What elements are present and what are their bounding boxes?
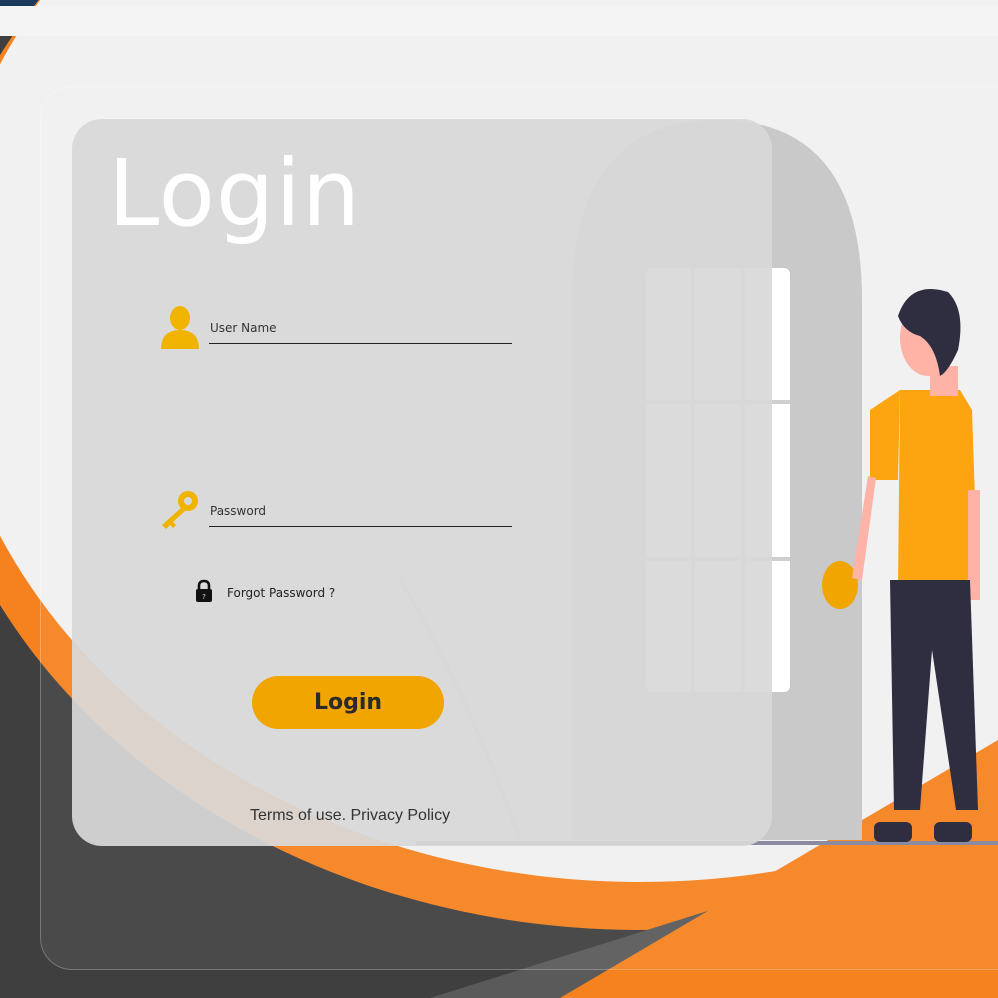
privacy-policy-link[interactable]: Privacy Policy	[350, 807, 450, 824]
terms-of-use-link[interactable]: Terms of use.	[250, 807, 346, 824]
password-input[interactable]	[209, 526, 512, 527]
password-label: Password	[210, 504, 267, 518]
footer-links: Terms of use. Privacy Policy	[250, 807, 450, 825]
user-icon	[161, 306, 199, 349]
username-label: User Name	[210, 321, 277, 335]
forgot-password-link[interactable]: Forgot Password ?	[227, 586, 335, 600]
lock-icon: ?	[196, 579, 212, 602]
username-input[interactable]	[209, 343, 512, 344]
login-button[interactable]: Login	[252, 676, 444, 729]
svg-text:?: ?	[202, 593, 206, 601]
key-icon	[162, 491, 198, 529]
page-title: Login	[108, 140, 362, 247]
